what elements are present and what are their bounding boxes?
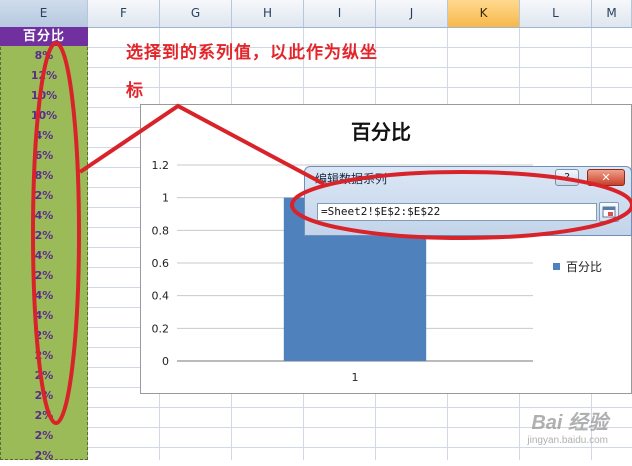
percent-cell[interactable]: 2% (0, 406, 88, 426)
help-button[interactable]: ? (555, 169, 579, 186)
percent-cell[interactable]: 4% (0, 206, 88, 226)
percent-cell[interactable]: 8% (0, 166, 88, 186)
annotation-line-2: 标 (126, 81, 144, 101)
column-header-j[interactable]: J (376, 0, 448, 27)
legend-label: 百分比 (566, 260, 602, 274)
percent-cell[interactable]: 4% (0, 286, 88, 306)
column-header-k[interactable]: K (448, 0, 520, 27)
column-header-m[interactable]: M (592, 0, 632, 27)
series-values-input[interactable]: =Sheet2!$E$2:$E$22 (317, 203, 597, 221)
column-header-i[interactable]: I (304, 0, 376, 27)
percent-cell[interactable]: 2% (0, 386, 88, 406)
close-button[interactable]: ✕ (587, 169, 625, 186)
bar-chart: 百分比 0 0.2 0.4 0.6 0.8 1 1.2 1 百分比 (152, 120, 603, 384)
y-tick-label: 0.2 (152, 322, 170, 335)
y-tick-label: 1 (162, 192, 169, 205)
column-header-g[interactable]: G (160, 0, 232, 27)
percent-cell[interactable]: 10% (0, 86, 88, 106)
column-header-h[interactable]: H (232, 0, 304, 27)
y-tick-label: 0.8 (152, 224, 170, 237)
column-header-l[interactable]: L (520, 0, 592, 27)
edit-series-dialog[interactable]: 编辑数据系列 ? ✕ =Sheet2!$E$2:$E$22 (304, 166, 632, 236)
percent-cell[interactable]: 6% (0, 146, 88, 166)
percent-cell[interactable]: 2% (0, 426, 88, 446)
collapse-dialog-button[interactable] (599, 202, 619, 222)
percent-cell[interactable]: 2% (0, 346, 88, 366)
baidu-watermark: Bai 经验 jingyan.baidu.com (527, 406, 608, 446)
percent-cell[interactable]: 2% (0, 266, 88, 286)
y-tick-label: 0 (162, 355, 169, 368)
column-e-cells: 8% 12% 10% 10% 4% 6% 8% 2% 4% 2% 4% 2% 4% 4% 2% 2% 2% 2% 2… (0, 46, 88, 462)
percent-cell[interactable]: 2% (0, 366, 88, 386)
column-header-f[interactable]: F (88, 0, 160, 27)
watermark-logo: Bai 经验 (531, 412, 608, 434)
percent-cell[interactable]: 12% (0, 66, 88, 86)
percent-cell[interactable]: 8% (0, 46, 88, 66)
percent-cell[interactable]: 4% (0, 246, 88, 266)
percent-cell[interactable]: 2% (0, 226, 88, 246)
percent-cell[interactable]: 2% (0, 326, 88, 346)
cell-e1-header[interactable]: 百分比 (0, 27, 88, 46)
y-tick-label: 0.4 (152, 290, 170, 303)
dialog-title: 编辑数据系列 (315, 172, 388, 186)
percent-cell[interactable]: 2% (0, 186, 88, 206)
annotation-line-1: 选择到的系列值，以此作为纵坐 (126, 43, 378, 63)
percent-cell[interactable]: 2% (0, 446, 88, 466)
legend-swatch (553, 263, 560, 270)
chart-x-ticks: 1 (352, 371, 359, 384)
column-header-row: E F G H I J K L M (0, 0, 632, 28)
y-tick-label: 0.6 (152, 257, 170, 270)
column-header-e[interactable]: E (0, 0, 88, 27)
range-select-icon (602, 206, 616, 218)
percent-cell[interactable]: 10% (0, 106, 88, 126)
percent-cell[interactable]: 4% (0, 306, 88, 326)
watermark-url: jingyan.baidu.com (527, 435, 608, 446)
x-tick-label: 1 (352, 371, 359, 384)
percent-cell[interactable]: 4% (0, 126, 88, 146)
chart-area[interactable]: 百分比 0 0.2 0.4 0.6 0.8 1 1.2 1 百分比 (140, 104, 632, 394)
chart-y-ticks: 0 0.2 0.4 0.6 0.8 1 1.2 (152, 159, 170, 368)
chart-title: 百分比 (351, 120, 411, 144)
y-tick-label: 1.2 (152, 159, 170, 172)
